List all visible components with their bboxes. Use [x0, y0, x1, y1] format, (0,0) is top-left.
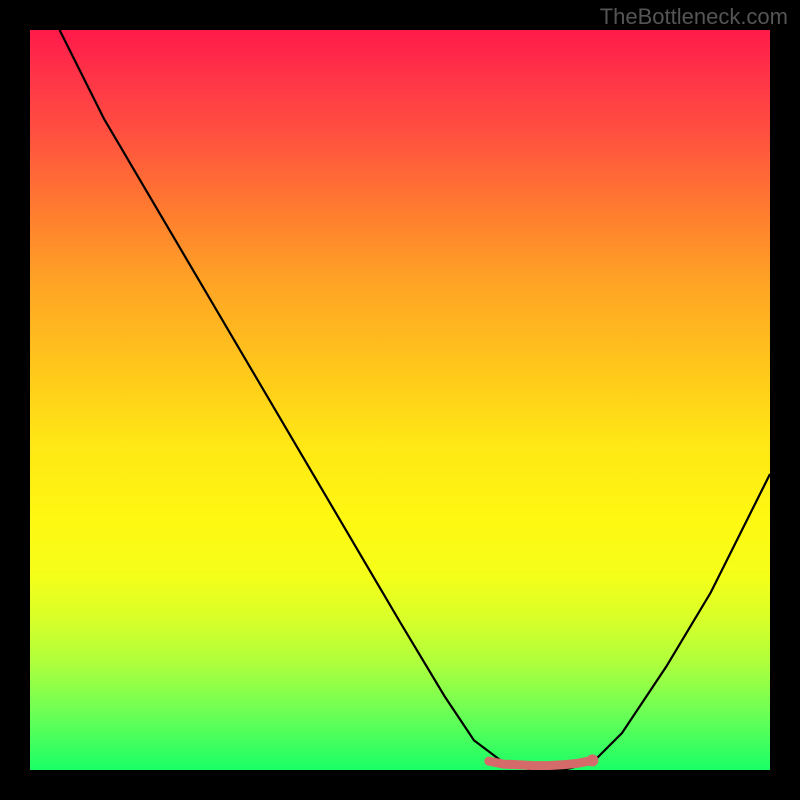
sweet-spot-end-dot	[586, 754, 598, 766]
bottleneck-curve-path	[60, 30, 770, 770]
watermark-label: TheBottleneck.com	[600, 4, 788, 30]
plot-area	[30, 30, 770, 770]
sweet-spot-path	[489, 760, 593, 765]
chart-svg	[30, 30, 770, 770]
